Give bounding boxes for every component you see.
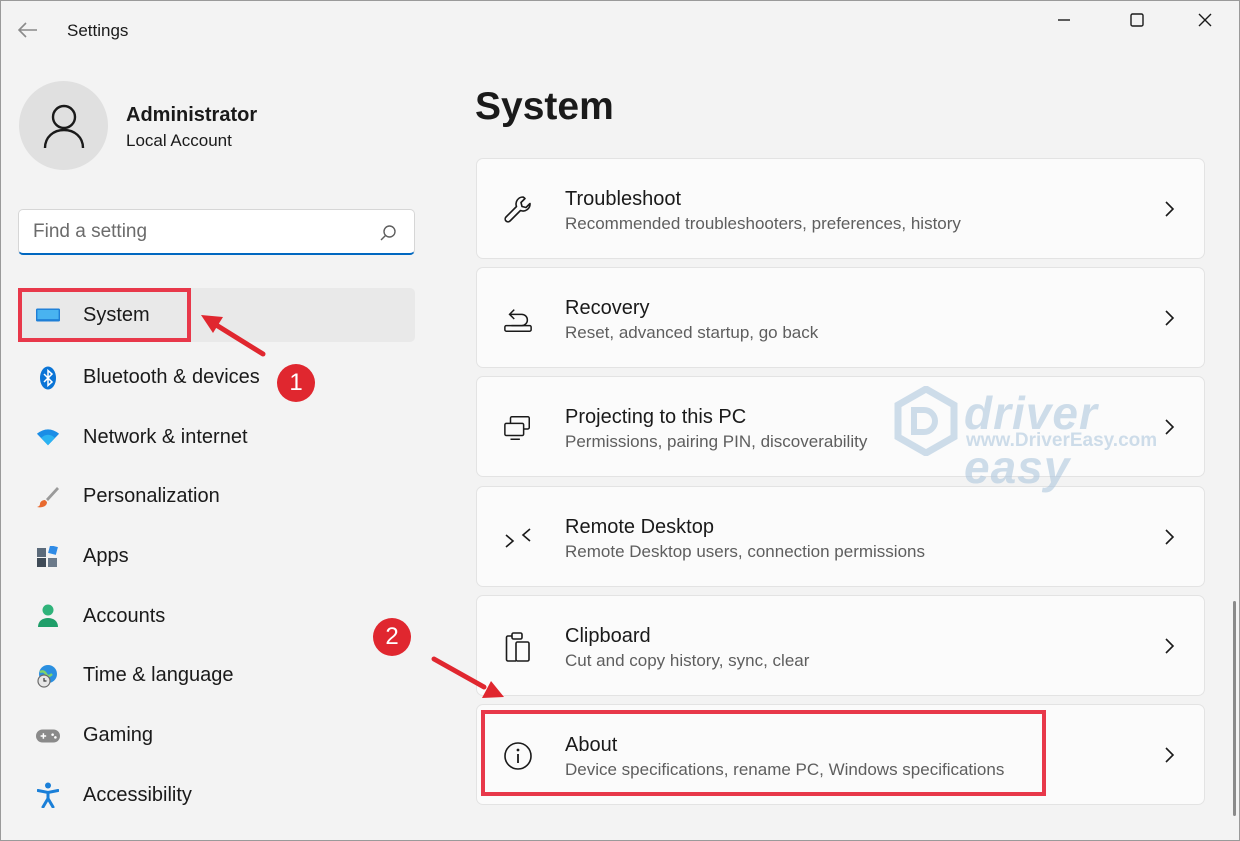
settings-card-about[interactable]: About Device specifications, rename PC, …	[476, 704, 1205, 805]
card-subtitle: Permissions, pairing PIN, discoverabilit…	[565, 432, 868, 451]
apps-icon	[36, 545, 60, 569]
wrench-icon	[503, 195, 533, 225]
sidebar-item-label: Time & language	[83, 664, 234, 687]
sidebar-item-label: Gaming	[83, 724, 154, 747]
wifi-icon	[36, 425, 60, 449]
settings-card-remote-desktop[interactable]: Remote Desktop Remote Desktop users, con…	[476, 486, 1205, 587]
sidebar-item-bluetooth[interactable]: Bluetooth & devices	[18, 348, 415, 408]
sidebar-item-system[interactable]: System	[18, 288, 415, 342]
sidebar-item-accessibility[interactable]: Accessibility	[18, 766, 415, 826]
sidebar-item-label: Bluetooth & devices	[83, 366, 260, 389]
globe-clock-icon	[36, 664, 60, 688]
scrollbar[interactable]	[1233, 601, 1236, 816]
close-button[interactable]	[1182, 5, 1228, 35]
settings-card-troubleshoot[interactable]: Troubleshoot Recommended troubleshooters…	[476, 158, 1205, 259]
card-subtitle: Device specifications, rename PC, Window…	[565, 760, 1005, 779]
chevron-right-icon	[1165, 638, 1175, 654]
sidebar-item-personalization[interactable]: Personalization	[18, 467, 415, 527]
page-title: System	[475, 85, 614, 128]
sidebar-nav: System Bluetooth & devices Network & int…	[18, 288, 415, 825]
watermark-url: www.DriverEasy.com	[966, 430, 1158, 451]
settings-card-recovery[interactable]: Recovery Reset, advanced startup, go bac…	[476, 267, 1205, 368]
card-subtitle: Remote Desktop users, connection permiss…	[565, 542, 925, 561]
sidebar-item-label: Personalization	[83, 485, 220, 508]
chevron-right-icon	[1165, 529, 1175, 545]
sidebar-item-label: System	[83, 303, 150, 326]
clipboard-icon	[503, 632, 533, 662]
back-arrow-icon	[18, 22, 37, 38]
back-button[interactable]	[15, 17, 41, 43]
maximize-icon	[1130, 13, 1144, 27]
avatar[interactable]	[19, 81, 108, 170]
card-title: Projecting to this PC	[565, 406, 747, 428]
sidebar-item-accounts[interactable]: Accounts	[18, 586, 415, 646]
recovery-icon	[503, 304, 533, 334]
card-title: Clipboard	[565, 625, 651, 647]
card-subtitle: Cut and copy history, sync, clear	[565, 651, 810, 670]
settings-window: Settings Administrator Local Account Sys…	[0, 0, 1240, 841]
sidebar-item-time-language[interactable]: Time & language	[18, 646, 415, 706]
maximize-button[interactable]	[1114, 5, 1160, 35]
sidebar-item-network[interactable]: Network & internet	[18, 407, 415, 467]
brush-icon	[36, 485, 60, 509]
card-subtitle: Recommended troubleshooters, preferences…	[565, 214, 961, 233]
person-icon	[36, 604, 60, 628]
bluetooth-icon	[36, 366, 60, 390]
sidebar-item-label: Apps	[83, 545, 129, 568]
sidebar-item-label: Accounts	[83, 604, 166, 627]
system-display-icon	[36, 303, 60, 327]
step-badge-2: 2	[373, 618, 411, 656]
sidebar-item-gaming[interactable]: Gaming	[18, 706, 415, 766]
sidebar-item-label: Network & internet	[83, 425, 248, 448]
projecting-icon	[503, 413, 533, 443]
gamepad-icon	[36, 724, 60, 748]
search-input[interactable]	[33, 219, 363, 245]
card-subtitle: Reset, advanced startup, go back	[565, 323, 819, 342]
card-title: About	[565, 734, 618, 756]
chevron-right-icon	[1165, 747, 1175, 763]
sidebar-item-apps[interactable]: Apps	[18, 527, 415, 587]
driver-easy-logo-icon	[894, 386, 958, 456]
chevron-right-icon	[1165, 201, 1175, 217]
card-title: Troubleshoot	[565, 188, 681, 210]
title-bar: Settings	[1, 1, 1239, 61]
account-type: Local Account	[126, 131, 232, 150]
account-name: Administrator	[126, 104, 258, 126]
card-title: Remote Desktop	[565, 516, 714, 538]
close-icon	[1198, 13, 1212, 27]
info-icon	[503, 741, 533, 771]
user-icon	[43, 104, 84, 148]
remote-desktop-icon	[503, 523, 533, 553]
watermark: driver easy www.DriverEasy.com	[894, 382, 1204, 493]
minimize-button[interactable]	[1041, 5, 1087, 35]
settings-card-clipboard[interactable]: Clipboard Cut and copy history, sync, cl…	[476, 595, 1205, 696]
card-title: Recovery	[565, 297, 650, 319]
search-icon[interactable]	[378, 223, 398, 243]
accessibility-icon	[36, 782, 60, 809]
window-title: Settings	[67, 21, 129, 40]
step-badge-1: 1	[277, 364, 315, 402]
chevron-right-icon	[1165, 310, 1175, 326]
search-box[interactable]	[18, 209, 415, 255]
minimize-icon	[1058, 19, 1070, 21]
sidebar-item-label: Accessibility	[83, 783, 192, 806]
